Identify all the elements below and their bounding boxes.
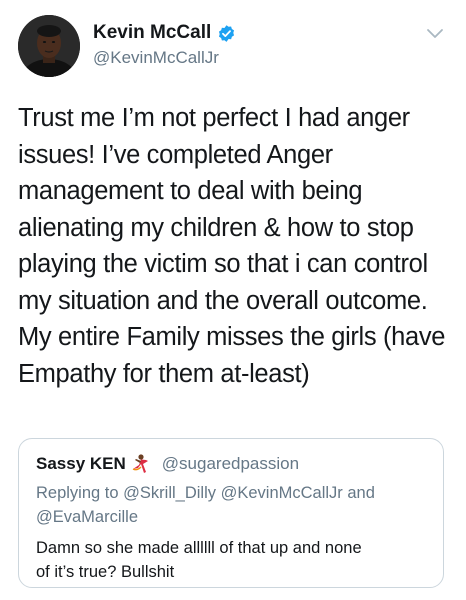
tweet-line: my situation and the overall outcome. — [18, 286, 428, 315]
tweet: Kevin McCall @KevinMcCallJr Trust me I’m… — [0, 0, 466, 600]
tweet-line: Trust me I’m not perfect I had anger — [18, 104, 410, 132]
tweet-line: Empathy for them at-least) — [18, 359, 310, 388]
reply-user-link[interactable]: @Skrill_Dilly — [123, 484, 216, 502]
dancer-emoji-icon — [129, 453, 151, 475]
replying-to: Replying to @Skrill_Dilly @KevinMcCallJr… — [36, 481, 436, 529]
chevron-down-icon[interactable] — [426, 27, 444, 39]
reply-user-link[interactable]: @KevinMcCallJr — [221, 484, 343, 502]
tweet-line: management to deal with being — [18, 177, 363, 205]
reply-user-link[interactable]: @EvaMarcille — [36, 508, 138, 526]
tweet-line: issues! I’ve completed Anger — [18, 140, 333, 169]
quoted-author-name: Sassy KEN — [36, 454, 126, 473]
tweet-line: alienating my children & how to stop — [18, 213, 414, 242]
author-handle[interactable]: @KevinMcCallJr — [93, 48, 219, 68]
replying-to-and: and — [347, 484, 375, 502]
author-name[interactable]: Kevin McCall — [93, 22, 236, 44]
tweet-line: playing the victim so that i can control — [18, 250, 428, 278]
quoted-tweet-line: Damn so she made allllll of that up and … — [36, 539, 362, 557]
tweet-line: My entire Family misses the girls (have — [18, 323, 446, 351]
quoted-tweet-header: Sassy KEN @sugaredpassion — [36, 453, 299, 475]
quoted-tweet-text: Damn so she made allllll of that up and … — [36, 536, 436, 584]
verified-badge-icon — [217, 24, 236, 43]
replying-to-prefix: Replying to — [36, 484, 119, 502]
author-name-text[interactable]: Kevin McCall — [93, 22, 211, 44]
quoted-tweet-card[interactable]: Sassy KEN @sugaredpassion Replying to @S… — [18, 438, 444, 588]
quoted-tweet-line: of it’s true? Bullshit — [36, 563, 175, 581]
quoted-author-handle: @sugaredpassion — [161, 454, 300, 473]
avatar[interactable] — [18, 15, 80, 77]
tweet-text: Trust me I’m not perfect I had anger iss… — [18, 100, 458, 392]
